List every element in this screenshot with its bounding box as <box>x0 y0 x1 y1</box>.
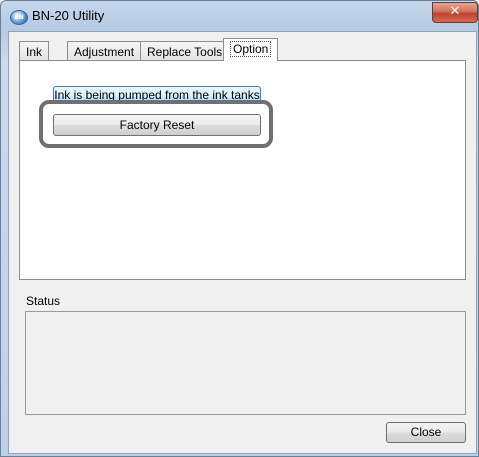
window-client-area: Ink Adjustment Replace Tools Option Ink … <box>8 31 477 454</box>
app-logo-icon: BN <box>10 10 28 25</box>
tab-label: Replace Tools <box>147 45 223 59</box>
tab-replace-tools[interactable]: Replace Tools <box>140 41 230 61</box>
tab-option[interactable]: Option <box>223 38 279 61</box>
tab-label: Option <box>230 41 272 57</box>
title-bar[interactable]: BN BN-20 Utility ✕ <box>1 1 478 31</box>
status-label: Status <box>26 294 61 308</box>
close-icon: ✕ <box>449 4 461 19</box>
tab-ink[interactable]: Ink <box>19 41 50 61</box>
status-box <box>25 311 466 415</box>
tab-label: Ink <box>26 45 43 59</box>
factory-reset-button[interactable]: Factory Reset <box>53 114 261 136</box>
tab-label: Adjustment <box>74 45 135 59</box>
window-title: BN-20 Utility <box>32 8 105 23</box>
utility-window: BN BN-20 Utility ✕ Ink Adjustment Replac… <box>0 0 479 457</box>
close-button[interactable]: Close <box>386 422 466 443</box>
tab-adjustment[interactable]: Adjustment <box>67 41 142 61</box>
window-close-button[interactable]: ✕ <box>432 2 478 23</box>
